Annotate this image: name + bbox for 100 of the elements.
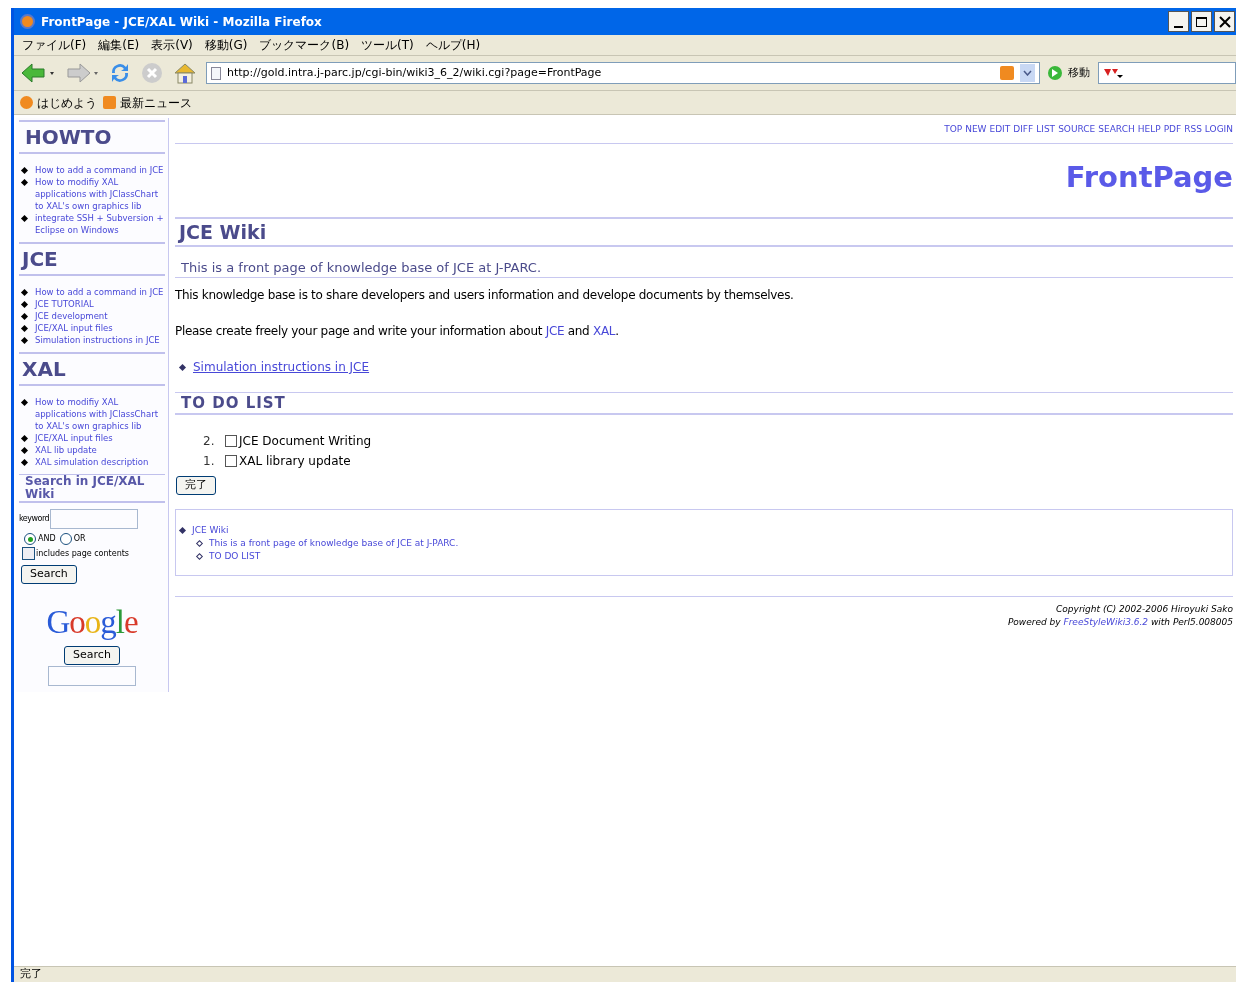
bullet-icon bbox=[178, 527, 187, 535]
checkbox[interactable] bbox=[225, 455, 237, 467]
radio-button[interactable] bbox=[59, 533, 72, 545]
text-link[interactable]: JCE bbox=[545, 324, 565, 338]
url-text: http://gold.intra.j-parc.jp/cgi-bin/wiki3_6_2/wiki.cgi?page=FrontPage bbox=[227, 64, 602, 81]
sidebar-link[interactable]: JCE/XAL input files bbox=[35, 432, 113, 444]
page-subheading: This is a front page of knowledge base of JCE at J-PARC. bbox=[181, 259, 543, 277]
google-logo: Google bbox=[46, 604, 138, 640]
bullet-icon bbox=[20, 300, 29, 309]
nav-link[interactable]: EDIT bbox=[989, 123, 1011, 137]
play-icon bbox=[1048, 66, 1062, 80]
menu-item[interactable]: ブックマーク(B) bbox=[259, 36, 350, 54]
status-text: 完了 bbox=[20, 966, 42, 982]
checkbox[interactable] bbox=[22, 547, 35, 560]
sidebar-link[interactable]: integrate SSH + Subversion + Eclipse on Windows bbox=[35, 212, 165, 236]
bullet-icon bbox=[20, 446, 29, 455]
search-heading: Search in JCE/XAL Wiki bbox=[24, 475, 146, 501]
window-title: FrontPage - JCE/XAL Wiki - Mozilla Firefox bbox=[41, 13, 322, 31]
page-link[interactable]: Simulation instructions in JCE bbox=[193, 358, 370, 376]
menu-item[interactable]: 移動(G) bbox=[204, 36, 248, 54]
bullet-icon bbox=[20, 166, 29, 175]
page-title: FrontPage bbox=[1064, 158, 1233, 196]
dropdown-button[interactable] bbox=[1020, 64, 1035, 82]
powered-by-text: Powered by FreeStyleWiki3.6.2 with Perl5.008005 bbox=[1006, 616, 1233, 630]
nav-link[interactable]: NEW bbox=[965, 123, 987, 137]
bullet-icon bbox=[20, 288, 29, 297]
menu-item[interactable]: 編集(E) bbox=[98, 36, 140, 54]
bullet-icon bbox=[178, 363, 187, 371]
bullet-icon bbox=[195, 553, 204, 561]
radio-label: OR bbox=[73, 533, 86, 545]
google-search-button[interactable]: Search bbox=[64, 646, 120, 665]
nav-link[interactable]: SOURCE bbox=[1058, 123, 1096, 137]
wiki-heading: JCE Wiki bbox=[179, 220, 268, 245]
google-search-field[interactable] bbox=[48, 666, 136, 686]
bullet-icon bbox=[20, 324, 29, 333]
bullet-icon bbox=[20, 214, 29, 223]
bullet-icon bbox=[20, 312, 29, 321]
sidebar-link[interactable]: How to add a command in JCE bbox=[35, 164, 164, 176]
item-number: 1. bbox=[203, 453, 216, 470]
sidebar-link[interactable]: XAL lib update bbox=[35, 444, 97, 456]
toc-link[interactable]: JCE Wiki bbox=[192, 524, 229, 538]
minimize-button[interactable] bbox=[1168, 11, 1189, 32]
toc-link[interactable]: TO DO LIST bbox=[209, 550, 261, 564]
page-icon bbox=[211, 66, 221, 80]
chevron-down-icon bbox=[1023, 70, 1032, 76]
bookmark-item[interactable]: はじめよう bbox=[20, 93, 97, 112]
section-heading: JCE bbox=[20, 246, 59, 273]
text-link[interactable]: FreeStyleWiki3.6.2 bbox=[1063, 617, 1149, 628]
maximize-button[interactable] bbox=[1191, 11, 1212, 32]
todo-label: XAL library update bbox=[239, 453, 351, 470]
bullet-icon bbox=[20, 434, 29, 443]
search-field[interactable] bbox=[1098, 62, 1236, 84]
paragraph: This knowledge base is to share developers and users information and develope documents by themselves. bbox=[175, 287, 795, 304]
sidebar-link[interactable]: JCE development bbox=[35, 310, 108, 322]
menu-item[interactable]: 表示(V) bbox=[151, 36, 193, 54]
radio-button[interactable] bbox=[24, 533, 36, 545]
back-arrow-icon[interactable] bbox=[20, 62, 56, 84]
menu-item[interactable]: ツール(T) bbox=[361, 36, 414, 54]
todo-label: JCE Document Writing bbox=[239, 433, 372, 450]
section-heading: HOWTO bbox=[24, 124, 113, 151]
sidebar-link[interactable]: JCE/XAL input files bbox=[35, 322, 113, 334]
menu-item[interactable]: ヘルプ(H) bbox=[425, 36, 481, 54]
section-heading: XAL bbox=[21, 356, 67, 383]
toc-link[interactable]: This is a front page of knowledge base of JCE at J-PARC. bbox=[209, 537, 459, 551]
home-icon[interactable] bbox=[172, 61, 198, 85]
todo-heading: TO DO LIST bbox=[181, 393, 287, 413]
bullet-icon bbox=[20, 398, 29, 407]
sidebar-link[interactable]: Simulation instructions in JCE bbox=[35, 334, 160, 346]
nav-link[interactable]: RSS bbox=[1184, 123, 1202, 137]
nav-link[interactable]: PDF bbox=[1163, 123, 1182, 137]
bullet-icon bbox=[195, 540, 204, 548]
bullet-icon bbox=[20, 178, 29, 187]
bullet-icon bbox=[20, 458, 29, 467]
nav-link[interactable]: LIST bbox=[1036, 123, 1056, 137]
keyword-field[interactable] bbox=[50, 509, 139, 529]
close-button[interactable] bbox=[1214, 11, 1235, 32]
item-number: 2. bbox=[203, 433, 216, 450]
bookmark-item[interactable]: 最新ニュース bbox=[103, 93, 192, 112]
sidebar-link[interactable]: JCE TUTORIAL bbox=[35, 298, 94, 310]
nav-link[interactable]: HELP bbox=[1137, 123, 1161, 137]
checkbox[interactable] bbox=[225, 435, 237, 447]
done-button[interactable]: 完了 bbox=[176, 476, 216, 495]
go-button[interactable]: 移動 bbox=[1048, 64, 1090, 82]
radio-label: AND bbox=[38, 533, 56, 545]
close-icon bbox=[1218, 15, 1231, 28]
sidebar-link[interactable]: How to modifiy XAL applications with JClassChart to XAL's own graphics lib bbox=[35, 396, 165, 432]
nav-link[interactable]: TOP bbox=[944, 123, 963, 137]
checkbox-label: includes page contents bbox=[36, 548, 129, 560]
address-field[interactable]: http://gold.intra.j-parc.jp/cgi-bin/wiki3_6_2/wiki.cgi?page=FrontPage bbox=[206, 62, 1040, 84]
copyright-text: Copyright (C) 2002-2006 Hiroyuki Sako bbox=[1055, 603, 1233, 617]
nav-link[interactable]: LOGIN bbox=[1204, 123, 1233, 137]
sidebar-link[interactable]: How to add a command in JCE bbox=[35, 286, 164, 298]
keyword-label: keyword bbox=[19, 513, 50, 525]
nav-link[interactable]: SEARCH bbox=[1098, 123, 1135, 137]
menu-item[interactable]: ファイル(F) bbox=[22, 36, 87, 54]
paragraph: Please create freely your page and write your information about JCE and XAL. bbox=[175, 323, 620, 340]
bullet-icon bbox=[20, 336, 29, 345]
sidebar-link[interactable]: XAL simulation description bbox=[35, 456, 149, 468]
nav-link[interactable]: DIFF bbox=[1013, 123, 1034, 137]
search-button[interactable]: Search bbox=[21, 564, 77, 584]
